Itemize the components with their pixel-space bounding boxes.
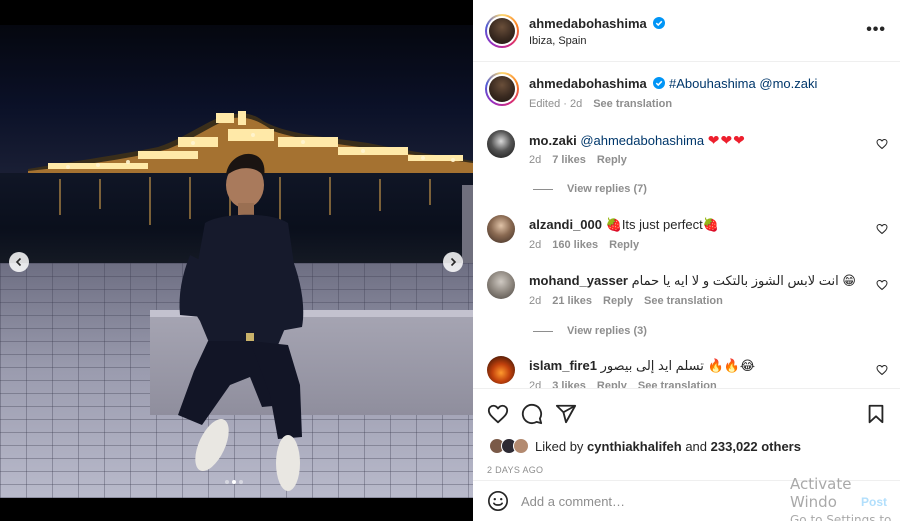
emoji-icon[interactable] (487, 490, 509, 512)
replies-line (533, 330, 553, 332)
post-actions: Liked by cynthiakhalifeh and 233,022 oth… (473, 388, 900, 480)
liker-avatar (513, 438, 529, 454)
comment-avatar[interactable] (487, 356, 515, 384)
comment-avatar[interactable] (487, 130, 515, 158)
view-replies-label: View replies (3) (567, 325, 647, 337)
comment-username[interactable]: alzandi_000 (529, 217, 602, 232)
comment-likes[interactable]: 7 likes (552, 154, 586, 166)
replies-line (533, 188, 553, 190)
comment-text: تسلم ايد إلى بيصور (600, 358, 704, 373)
comment-reply-button[interactable]: Reply (603, 295, 633, 307)
strawberry-emoji-icon: 🍓 (702, 217, 719, 232)
photo-area (0, 0, 473, 521)
author-row: ahmedabohashima (529, 16, 666, 31)
carousel-indicator (225, 480, 243, 484)
like-comment-heart-icon[interactable] (876, 364, 888, 376)
add-comment-bar: Post (473, 480, 900, 521)
chevron-right-icon (450, 257, 457, 267)
more-options-button[interactable]: ••• (866, 22, 886, 38)
share-icon[interactable] (555, 403, 577, 425)
caption-edited: Edited · 2d (529, 98, 583, 110)
caption-hashtag[interactable]: #Abouhashima (669, 76, 756, 91)
carousel-dot (239, 480, 243, 484)
comment-time: 2d (529, 380, 542, 388)
comment-username[interactable]: mo.zaki (529, 133, 577, 148)
post-location[interactable]: Ibiza, Spain (529, 35, 586, 47)
comment-body: mohand_yasser انت لابس الشوز بالتكت و لا… (529, 273, 856, 289)
verified-badge-icon (653, 77, 666, 89)
author-avatar[interactable] (485, 14, 519, 48)
post-caption: ahmedabohashima #Abouhashima @mo.zaki Ed… (473, 62, 900, 124)
post-header: ahmedabohashima Ibiza, Spain ••• (473, 0, 900, 62)
carousel-dot (232, 480, 236, 484)
post-comment-button[interactable]: Post (861, 495, 887, 509)
verified-badge-icon (653, 17, 666, 29)
post-timestamp[interactable]: 2 DAYS AGO (487, 465, 543, 475)
view-replies-button[interactable]: View replies (3) (533, 325, 647, 337)
strawberry-emoji-icon: 🍓 (605, 217, 622, 232)
comment-text: انت لابس الشوز بالتكت و لا ايه يا حمام (631, 273, 839, 288)
likes-others[interactable]: 233,022 others (711, 439, 801, 454)
comment-see-translation[interactable]: See translation (638, 380, 717, 388)
comment-likes[interactable]: 3 likes (552, 380, 586, 388)
comment-meta: 2d 7 likes Reply (529, 154, 627, 166)
post-photo[interactable] (0, 25, 473, 498)
comment-mention[interactable]: @ahmedabohashima (580, 133, 704, 148)
comment-see-translation[interactable]: See translation (644, 295, 723, 307)
comment-body: mo.zaki @ahmedabohashima ❤❤❤ (529, 132, 746, 149)
liker-avatars (489, 438, 529, 454)
bookmark-icon[interactable] (865, 403, 887, 425)
comment-avatar[interactable] (487, 215, 515, 243)
comment-body: islam_fire1 تسلم ايد إلى بيصور 🔥🔥😂 (529, 358, 755, 374)
comment-input[interactable] (521, 492, 821, 510)
caption-see-translation[interactable]: See translation (593, 98, 672, 110)
comment-likes[interactable]: 160 likes (552, 239, 598, 251)
caption-meta: Edited · 2d See translation (529, 98, 672, 110)
carousel-prev-button[interactable] (9, 252, 29, 272)
like-comment-heart-icon[interactable] (876, 138, 888, 150)
comment-time: 2d (529, 239, 542, 251)
comment-username[interactable]: islam_fire1 (529, 358, 597, 373)
comment-icon[interactable] (521, 403, 543, 425)
likes-prefix: Liked by (535, 438, 584, 454)
caption-text: ahmedabohashima #Abouhashima @mo.zaki (529, 76, 817, 92)
comment-time: 2d (529, 295, 542, 307)
comment-username[interactable]: mohand_yasser (529, 273, 628, 288)
chevron-left-icon (15, 257, 22, 267)
heart-icon[interactable] (487, 403, 509, 425)
grin-emoji-icon: 😁 (842, 273, 856, 288)
caption-username[interactable]: ahmedabohashima (529, 76, 647, 91)
caption-avatar[interactable] (485, 72, 519, 106)
carousel-next-button[interactable] (443, 252, 463, 272)
likes-user[interactable]: cynthiakhalifeh (587, 439, 682, 454)
likes-and: and (685, 438, 708, 454)
like-comment-heart-icon[interactable] (876, 223, 888, 235)
comment-reply-button[interactable]: Reply (609, 239, 639, 251)
comments-list[interactable]: ahmedabohashima #Abouhashima @mo.zaki Ed… (473, 62, 900, 388)
comment-body: alzandi_000 🍓Its just perfect🍓 (529, 217, 719, 233)
comment-meta: 2d 21 likes Reply See translation (529, 295, 723, 307)
comment-meta: 2d 160 likes Reply (529, 239, 639, 251)
view-replies-label: View replies (7) (567, 183, 647, 195)
view-replies-button[interactable]: View replies (7) (533, 183, 647, 195)
comment-text: Its just perfect (621, 217, 703, 232)
comment-reply-button[interactable]: Reply (597, 380, 627, 388)
comment-reply-button[interactable]: Reply (597, 154, 627, 166)
comment-meta: 2d 3 likes Reply See translation (529, 380, 717, 388)
heart-emoji-icon: ❤❤❤ (707, 132, 746, 148)
comment-likes[interactable]: 21 likes (552, 295, 592, 307)
carousel-dot (225, 480, 229, 484)
comment-avatar[interactable] (487, 271, 515, 299)
caption-mention[interactable]: @mo.zaki (759, 76, 817, 91)
fire-laugh-emoji-icon: 🔥🔥😂 (707, 358, 756, 373)
author-username[interactable]: ahmedabohashima (529, 16, 647, 31)
like-comment-heart-icon[interactable] (876, 279, 888, 291)
likes-summary[interactable]: Liked by cynthiakhalifeh and 233,022 oth… (489, 438, 801, 454)
post-detail-panel: ahmedabohashima Ibiza, Spain ••• ahmedab… (473, 0, 900, 521)
comment-time: 2d (529, 154, 542, 166)
photo-person (178, 153, 304, 491)
photo-railing-post (462, 185, 473, 275)
